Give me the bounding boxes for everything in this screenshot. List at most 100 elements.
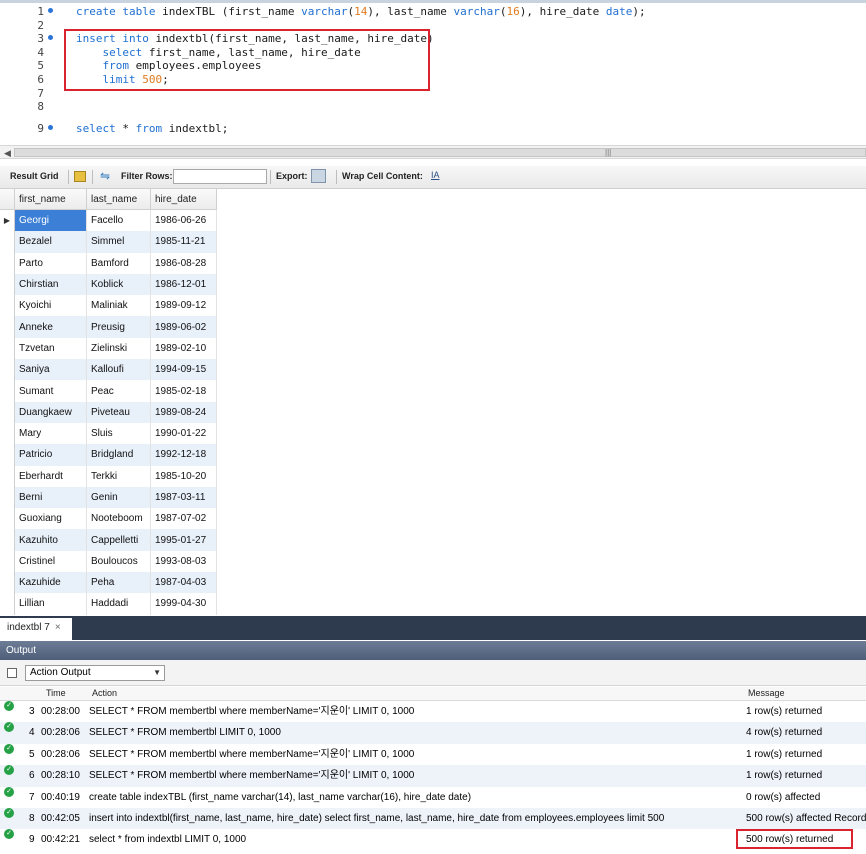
table-cell[interactable]: 1989-06-02 bbox=[150, 316, 217, 338]
table-cell[interactable]: Sluis bbox=[86, 422, 151, 445]
current-row-arrow-icon[interactable]: ▶ bbox=[0, 209, 15, 232]
table-row[interactable]: Lillian Haddadi 1999-04-30 bbox=[0, 593, 217, 615]
table-cell[interactable]: Sumant bbox=[14, 380, 87, 402]
table-cell[interactable]: 1987-03-11 bbox=[150, 486, 217, 509]
table-cell[interactable]: 1987-07-02 bbox=[150, 508, 217, 530]
table-row[interactable]: Guoxiang Nooteboom 1987-07-02 bbox=[0, 508, 217, 530]
table-cell[interactable]: Kazuhide bbox=[14, 572, 87, 594]
code-line[interactable]: 1 create table indexTBL (first_name varch… bbox=[0, 5, 866, 18]
table-cell[interactable]: Bezalel bbox=[14, 231, 87, 253]
table-cell[interactable]: Kazuhito bbox=[14, 529, 87, 551]
table-cell[interactable]: Kyoichi bbox=[14, 295, 87, 317]
table-row[interactable]: Eberhardt Terkki 1985-10-20 bbox=[0, 465, 217, 487]
copy-icon[interactable] bbox=[7, 668, 17, 678]
result-grid-label[interactable]: Result Grid bbox=[10, 171, 59, 181]
table-cell[interactable]: 1994-09-15 bbox=[150, 359, 217, 381]
row-header[interactable] bbox=[0, 295, 15, 317]
table-cell[interactable]: Tzvetan bbox=[14, 337, 87, 360]
table-cell[interactable]: 1989-09-12 bbox=[150, 295, 217, 317]
table-cell[interactable]: Preusig bbox=[86, 316, 151, 338]
table-cell[interactable]: Kalloufi bbox=[86, 359, 151, 381]
editor-horizontal-scrollbar[interactable]: ◀ ||| bbox=[0, 145, 866, 159]
table-cell[interactable]: 1986-06-26 bbox=[150, 209, 217, 232]
table-row[interactable]: Mary Sluis 1990-01-22 bbox=[0, 422, 217, 445]
table-cell[interactable]: Saniya bbox=[14, 359, 87, 381]
table-cell[interactable]: 1999-04-30 bbox=[150, 593, 217, 615]
row-header[interactable] bbox=[0, 593, 15, 615]
table-cell[interactable]: Cappelletti bbox=[86, 529, 151, 551]
table-cell[interactable]: Piveteau bbox=[86, 401, 151, 423]
table-cell[interactable]: Nooteboom bbox=[86, 508, 151, 530]
table-cell[interactable]: 1985-11-21 bbox=[150, 231, 217, 253]
row-header[interactable] bbox=[0, 508, 15, 530]
table-cell[interactable]: Peha bbox=[86, 572, 151, 594]
row-header[interactable] bbox=[0, 572, 15, 594]
table-cell[interactable]: Mary bbox=[14, 422, 87, 445]
table-row[interactable]: Chirstian Koblick 1986-12-01 bbox=[0, 273, 217, 296]
table-cell[interactable]: Zielinski bbox=[86, 337, 151, 360]
tab-indextbl-7[interactable]: indextbl 7 × bbox=[0, 618, 72, 640]
row-header[interactable] bbox=[0, 316, 15, 338]
row-header[interactable] bbox=[0, 401, 15, 423]
table-row[interactable]: ▶ Georgi Facello 1986-06-26 bbox=[0, 209, 217, 232]
table-cell[interactable]: 1989-08-24 bbox=[150, 401, 217, 423]
table-cell[interactable]: 1992-12-18 bbox=[150, 444, 217, 466]
row-header[interactable] bbox=[0, 444, 15, 466]
output-type-select[interactable]: Action Output ▼ bbox=[25, 665, 165, 681]
table-cell[interactable]: 1987-04-03 bbox=[150, 572, 217, 594]
table-cell[interactable]: Lillian bbox=[14, 593, 87, 615]
table-cell[interactable]: Bamford bbox=[86, 252, 151, 274]
table-cell[interactable]: 1995-01-27 bbox=[150, 529, 217, 551]
table-row[interactable]: Kyoichi Maliniak 1989-09-12 bbox=[0, 295, 217, 317]
table-cell[interactable]: 1986-12-01 bbox=[150, 273, 217, 296]
table-cell[interactable]: Berni bbox=[14, 486, 87, 509]
scroll-left-arrow-icon[interactable]: ◀ bbox=[4, 148, 11, 159]
row-header[interactable] bbox=[0, 550, 15, 573]
table-cell[interactable]: Maliniak bbox=[86, 295, 151, 317]
output-col-action[interactable]: Action bbox=[92, 688, 117, 698]
row-header[interactable] bbox=[0, 529, 15, 551]
table-cell[interactable]: Terkki bbox=[86, 465, 151, 487]
output-row[interactable]: ✓ 4 00:28:06 SELECT * FROM membertbl LIMIT … bbox=[0, 722, 866, 744]
chevron-down-icon[interactable]: ▼ bbox=[153, 666, 161, 680]
close-tab-icon[interactable]: × bbox=[55, 622, 61, 633]
table-cell[interactable]: 1986-08-28 bbox=[150, 252, 217, 274]
row-header[interactable] bbox=[0, 359, 15, 381]
column-header-last-name[interactable]: last_name bbox=[86, 189, 151, 210]
output-row[interactable]: ✓ 3 00:28:00 SELECT * FROM membertbl where … bbox=[0, 701, 866, 722]
table-cell[interactable]: 1985-02-18 bbox=[150, 380, 217, 402]
result-grid[interactable]: first_name last_name hire_date ▶ Georgi Fa… bbox=[0, 189, 866, 616]
table-row[interactable]: Kazuhide Peha 1987-04-03 bbox=[0, 572, 217, 594]
table-cell[interactable]: 1993-08-03 bbox=[150, 550, 217, 573]
table-cell[interactable]: Chirstian bbox=[14, 273, 87, 296]
table-row[interactable]: Berni Genin 1987-03-11 bbox=[0, 486, 217, 509]
table-row[interactable]: Kazuhito Cappelletti 1995-01-27 bbox=[0, 529, 217, 551]
table-cell[interactable]: Parto bbox=[14, 252, 87, 274]
table-cell[interactable]: Cristinel bbox=[14, 550, 87, 573]
table-cell[interactable]: 1990-01-22 bbox=[150, 422, 217, 445]
table-cell[interactable]: Bouloucos bbox=[86, 550, 151, 573]
table-row[interactable]: Cristinel Bouloucos 1993-08-03 bbox=[0, 550, 217, 573]
table-cell[interactable]: Eberhardt bbox=[14, 465, 87, 487]
table-row[interactable]: Saniya Kalloufi 1994-09-15 bbox=[0, 359, 217, 381]
table-cell[interactable]: Haddadi bbox=[86, 593, 151, 615]
column-header-first-name[interactable]: first_name bbox=[14, 189, 87, 210]
export-icon[interactable] bbox=[311, 169, 326, 183]
row-header[interactable] bbox=[0, 252, 15, 274]
output-row[interactable]: ✓ 6 00:28:10 SELECT * FROM membertbl where … bbox=[0, 765, 866, 787]
grid-view-icon[interactable] bbox=[74, 171, 86, 182]
table-cell[interactable]: Peac bbox=[86, 380, 151, 402]
table-cell[interactable]: Patricio bbox=[14, 444, 87, 466]
table-cell[interactable]: 1989-02-10 bbox=[150, 337, 217, 360]
table-cell[interactable]: Guoxiang bbox=[14, 508, 87, 530]
row-header[interactable] bbox=[0, 380, 15, 402]
filter-icon[interactable]: ⇋ bbox=[100, 169, 110, 183]
output-row[interactable]: ✓ 7 00:40:19 create table indexTBL (first_n… bbox=[0, 786, 866, 808]
row-header[interactable] bbox=[0, 337, 15, 360]
table-row[interactable]: Patricio Bridgland 1992-12-18 bbox=[0, 444, 217, 466]
scrollbar-thumb[interactable]: ||| bbox=[14, 148, 866, 157]
table-cell[interactable]: Duangkaew bbox=[14, 401, 87, 423]
filter-rows-input[interactable] bbox=[173, 169, 267, 184]
output-row[interactable]: ✓ 8 00:42:05 insert into indextbl(first_nam… bbox=[0, 807, 866, 830]
table-row[interactable]: Bezalel Simmel 1985-11-21 bbox=[0, 231, 217, 253]
